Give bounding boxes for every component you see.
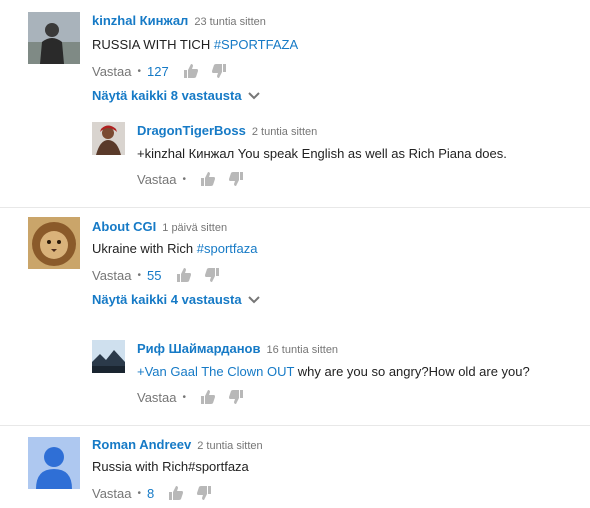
default-user-avatar-icon bbox=[28, 437, 80, 489]
like-count: 55 bbox=[147, 267, 162, 283]
reply-author[interactable]: DragonTigerBoss 2 tuntia sitten bbox=[137, 123, 317, 138]
reply-avatar[interactable] bbox=[92, 122, 125, 155]
reply-text: +kinzhal Кинжал You speak English as wel… bbox=[137, 146, 507, 161]
view-replies-label[interactable]: Näytä kaikki 8 vastausta bbox=[92, 88, 242, 103]
comment-text: RUSSIA WITH TICH #SPORTFAZA bbox=[92, 37, 298, 52]
hashtag-link[interactable]: #sportfaza bbox=[197, 241, 258, 256]
thumbs-down-icon[interactable] bbox=[211, 63, 227, 79]
comment-author[interactable]: About CGI 1 päivä sitten bbox=[92, 219, 227, 234]
reply-actions: Vastaa • bbox=[137, 389, 256, 405]
separator-dot: • bbox=[137, 269, 142, 281]
thumbs-up-icon[interactable] bbox=[200, 389, 216, 405]
reply-button[interactable]: Vastaa bbox=[137, 390, 177, 405]
reply-time[interactable]: 16 tuntia sitten bbox=[267, 344, 339, 356]
thumbs-up-icon[interactable] bbox=[168, 485, 184, 501]
landscape-avatar-icon bbox=[92, 340, 125, 373]
thumbs-down-icon[interactable] bbox=[228, 389, 244, 405]
comment-text: Ukraine with Rich #sportfaza bbox=[92, 241, 257, 256]
author-name[interactable]: Roman Andreev bbox=[92, 437, 191, 452]
person-photo-avatar-icon bbox=[92, 122, 125, 155]
chevron-down-icon[interactable] bbox=[247, 91, 260, 100]
comment-body: RUSSIA WITH TICH bbox=[92, 37, 214, 52]
reply-button[interactable]: Vastaa bbox=[92, 486, 132, 501]
separator-dot: • bbox=[137, 487, 142, 499]
comment-body: Ukraine with Rich bbox=[92, 241, 197, 256]
thumbs-down-icon[interactable] bbox=[228, 171, 244, 187]
author-name[interactable]: Риф Шаймарданов bbox=[137, 341, 261, 356]
avatar[interactable] bbox=[28, 217, 80, 269]
reply-actions: Vastaa • bbox=[137, 171, 256, 187]
view-replies-label[interactable]: Näytä kaikki 4 vastausta bbox=[92, 292, 242, 307]
mention-link[interactable]: +Van Gaal The Clown OUT bbox=[137, 364, 294, 379]
reply-author[interactable]: Риф Шаймарданов 16 tuntia sitten bbox=[137, 341, 338, 356]
thumbs-down-icon[interactable] bbox=[196, 485, 212, 501]
separator-dot: • bbox=[182, 173, 187, 185]
thumbs-down-icon[interactable] bbox=[204, 267, 220, 283]
avatar[interactable] bbox=[28, 437, 80, 489]
thread-divider bbox=[0, 207, 590, 208]
thumbs-up-icon[interactable] bbox=[183, 63, 199, 79]
lion-avatar-icon bbox=[28, 217, 80, 269]
separator-dot: • bbox=[182, 391, 187, 403]
author-name[interactable]: About CGI bbox=[92, 219, 156, 234]
comment-author[interactable]: Roman Andreev 2 tuntia sitten bbox=[92, 437, 263, 452]
person-photo-avatar-icon bbox=[28, 12, 80, 64]
reply-text: +Van Gaal The Clown OUT why are you so a… bbox=[137, 364, 530, 379]
reply-button[interactable]: Vastaa bbox=[92, 64, 132, 79]
comment-actions: Vastaa • 127 bbox=[92, 63, 239, 79]
reply-button[interactable]: Vastaa bbox=[92, 268, 132, 283]
view-all-replies-button[interactable]: Näytä kaikki 4 vastausta bbox=[92, 292, 260, 307]
thread-divider bbox=[0, 425, 590, 426]
hashtag-link[interactable]: #SPORTFAZA bbox=[214, 37, 298, 52]
reply-avatar[interactable] bbox=[92, 340, 125, 373]
separator-dot: • bbox=[137, 65, 142, 77]
comment-actions: Vastaa • 8 bbox=[92, 485, 224, 501]
reply-time[interactable]: 2 tuntia sitten bbox=[252, 126, 317, 138]
chevron-down-icon[interactable] bbox=[247, 295, 260, 304]
comment-time[interactable]: 2 tuntia sitten bbox=[197, 440, 262, 452]
comment-time[interactable]: 23 tuntia sitten bbox=[194, 16, 266, 28]
author-name[interactable]: DragonTigerBoss bbox=[137, 123, 246, 138]
view-all-replies-button[interactable]: Näytä kaikki 8 vastausta bbox=[92, 88, 260, 103]
thumbs-up-icon[interactable] bbox=[176, 267, 192, 283]
comment-actions: Vastaa • 55 bbox=[92, 267, 232, 283]
comment-author[interactable]: kinzhal Кинжал 23 tuntia sitten bbox=[92, 13, 266, 28]
avatar[interactable] bbox=[28, 12, 80, 64]
thumbs-up-icon[interactable] bbox=[200, 171, 216, 187]
comment-text: Russia with Rich#sportfaza bbox=[92, 459, 249, 474]
like-count: 8 bbox=[147, 485, 155, 501]
reply-button[interactable]: Vastaa bbox=[137, 172, 177, 187]
like-count: 127 bbox=[147, 63, 169, 79]
author-name[interactable]: kinzhal Кинжал bbox=[92, 13, 188, 28]
comment-time[interactable]: 1 päivä sitten bbox=[162, 222, 227, 234]
reply-body: why are you so angry?How old are you? bbox=[294, 364, 530, 379]
